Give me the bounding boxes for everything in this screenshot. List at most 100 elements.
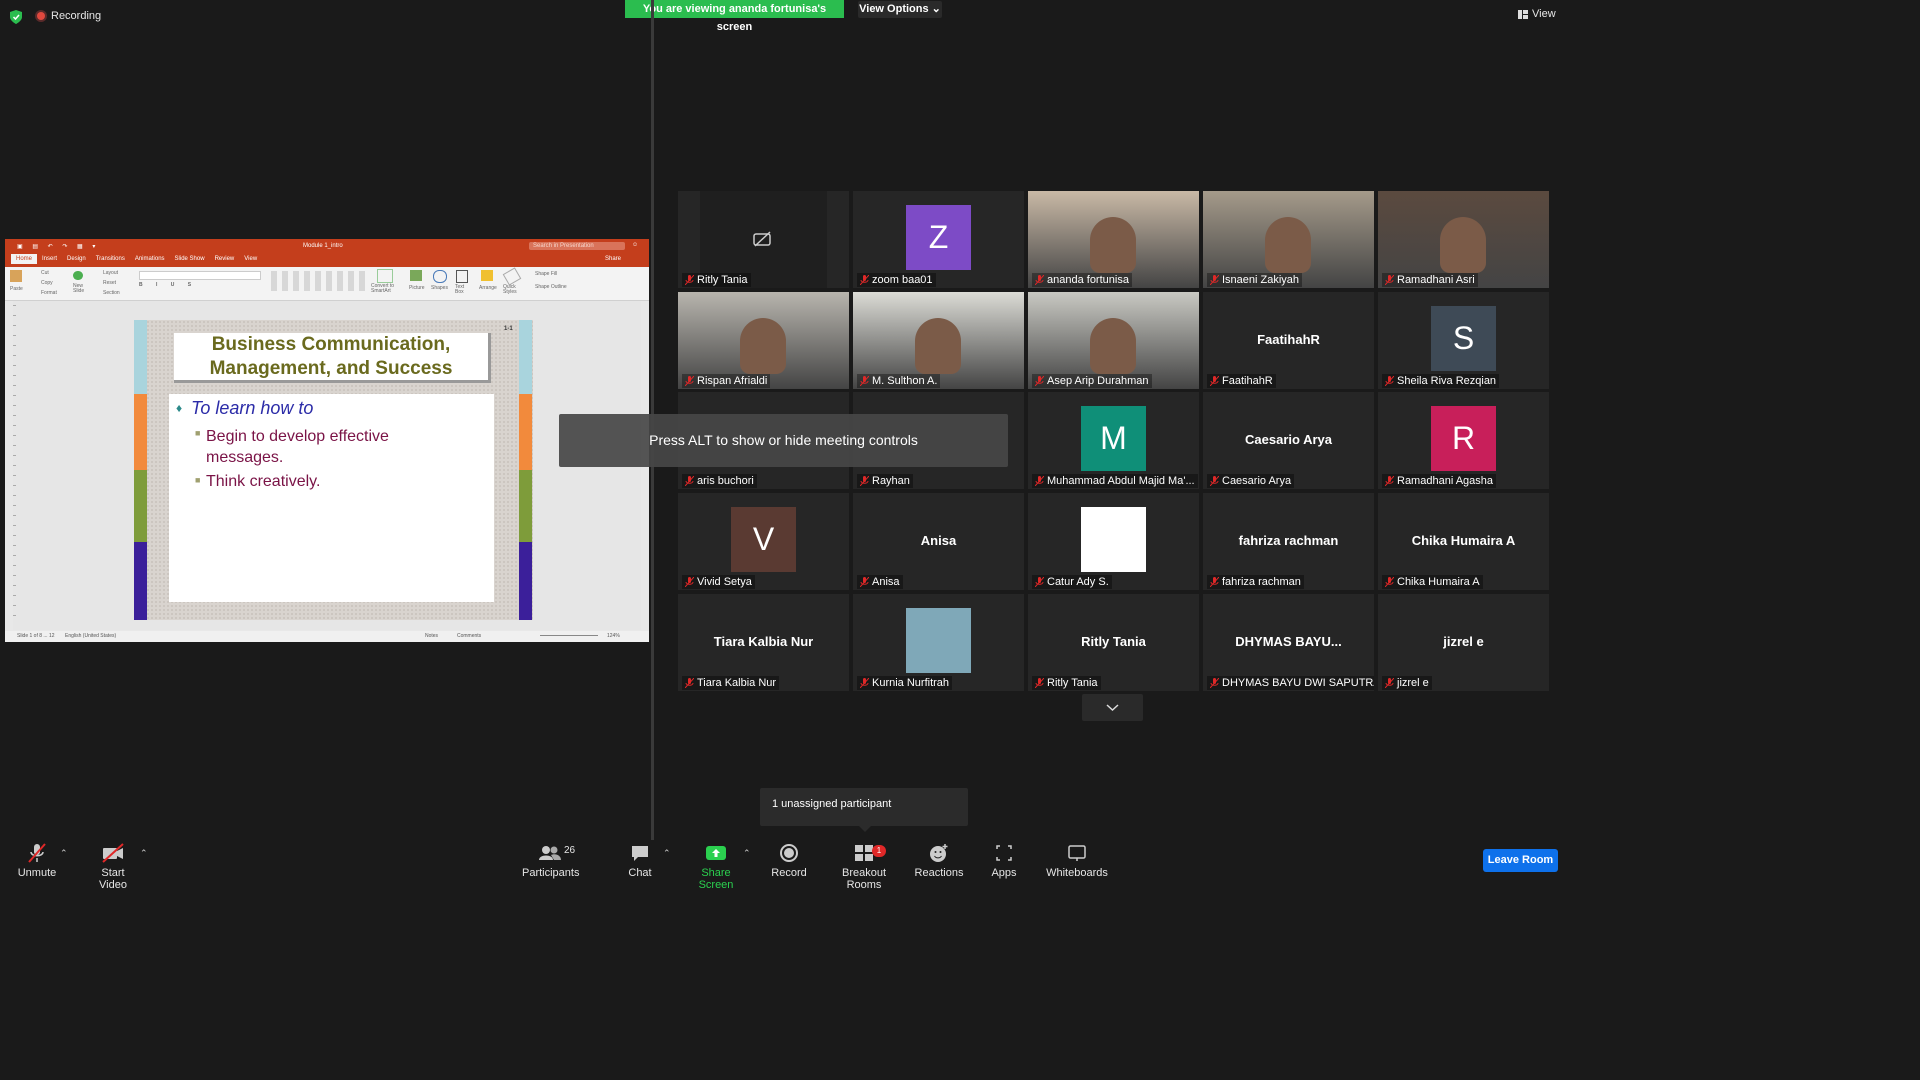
ppt-account-icon[interactable]: ☺ (632, 242, 638, 248)
mic-muted-icon (28, 843, 46, 863)
participant-tile[interactable]: Isnaeni Zakiyah (1203, 191, 1374, 288)
unassigned-participant-popup[interactable]: 1 unassigned participant (760, 788, 968, 826)
participant-tile[interactable]: Ritly Tania Ritly Tania (1028, 594, 1199, 691)
shared-screen-powerpoint: ▣ ▤ ↶ ↷ ▦ ▾ Module 1_intro Search in Pre… (5, 239, 649, 642)
apps-button[interactable]: Apps (988, 842, 1020, 879)
chat-button[interactable]: Chat (624, 842, 656, 879)
ppt-tab-design[interactable]: Design (62, 254, 91, 264)
participant-tile[interactable]: FaatihahR FaatihahR (1203, 292, 1374, 389)
format-label[interactable]: Format (41, 290, 57, 296)
mic-muted-icon (1385, 376, 1394, 386)
participant-tile[interactable]: Ramadhani Asri (1378, 191, 1549, 288)
unmute-button[interactable]: Unmute (14, 842, 60, 879)
section-label[interactable]: Section (103, 290, 120, 296)
copy-label[interactable]: Copy (41, 280, 53, 286)
layout-label[interactable]: Layout (103, 270, 118, 276)
mic-muted-icon (1035, 577, 1044, 587)
text-box-icon[interactable] (456, 270, 468, 283)
participant-name-label: Chika Humaira A (1382, 575, 1483, 589)
participant-tile[interactable]: R Ramadhani Agasha (1378, 392, 1549, 489)
participant-tile[interactable]: V Vivid Setya (678, 493, 849, 590)
participant-name: Tiara Kalbia Nur (697, 677, 777, 689)
participant-tile[interactable]: M. Sulthon A. (853, 292, 1024, 389)
breakout-rooms-button[interactable]: Breakout Rooms (826, 842, 902, 891)
next-page-button[interactable] (1082, 694, 1143, 721)
participant-avatar: V (731, 507, 796, 572)
participant-tile[interactable]: Rispan Afrialdi (678, 292, 849, 389)
view-options-button[interactable]: View Options ⌄ (858, 1, 942, 18)
comments-button[interactable]: Comments (457, 633, 481, 639)
participant-tile[interactable]: Caesario Arya Caesario Arya (1203, 392, 1374, 489)
participant-name: Rispan Afrialdi (697, 375, 768, 387)
shape-outline-label[interactable]: Shape Outline (535, 284, 567, 290)
notes-button[interactable]: Notes (425, 633, 438, 639)
reactions-button[interactable]: Reactions (914, 842, 964, 879)
paste-icon[interactable] (10, 270, 22, 282)
mic-muted-icon (860, 376, 869, 386)
audio-options-caret-icon[interactable]: ⌃ (60, 848, 68, 859)
participant-tile[interactable]: Anisa Anisa (853, 493, 1024, 590)
ppt-share-button[interactable]: Share (605, 256, 621, 262)
text-box-label: Text Box (455, 284, 465, 295)
zoom-slider[interactable] (540, 635, 598, 636)
ppt-tab-home[interactable]: Home (11, 254, 38, 264)
participant-tile[interactable]: Ritly Tania (678, 191, 849, 288)
participant-tile[interactable]: M Muhammad Abdul Majid Ma'... (1028, 392, 1199, 489)
shapes-icon[interactable] (433, 270, 447, 283)
ppt-tab-insert[interactable]: Insert (37, 254, 62, 264)
participant-tile[interactable]: Zzoom baa01 (853, 191, 1024, 288)
security-shield-icon[interactable] (10, 10, 22, 24)
mic-muted-icon (1210, 577, 1219, 587)
ppt-tab-transitions[interactable]: Transitions (91, 254, 130, 264)
video-options-caret-icon[interactable]: ⌃ (140, 848, 148, 859)
participant-tile[interactable]: jizrel e jizrel e (1378, 594, 1549, 691)
participant-name-label: Tiara Kalbia Nur (682, 676, 780, 690)
font-format-icons[interactable]: B I U S (139, 282, 197, 288)
ppt-tab-review[interactable]: Review (210, 254, 240, 264)
square-bullet-icon: ■ (195, 428, 201, 438)
participant-tile[interactable]: DHYMAS BAYU... DHYMAS BAYU DWI SAPUTRA (1203, 594, 1374, 691)
chat-options-caret-icon[interactable]: ⌃ (663, 848, 671, 859)
arrange-icon[interactable] (481, 270, 493, 281)
participants-count: 26 (564, 845, 576, 856)
shape-fill-label[interactable]: Shape Fill (535, 271, 557, 277)
ppt-search-box[interactable]: Search in Presentation (529, 242, 625, 250)
view-button[interactable]: View (1518, 8, 1556, 20)
participant-tile[interactable]: ananda fortunisa (1028, 191, 1199, 288)
mic-muted-icon (1210, 376, 1219, 386)
participant-tile[interactable]: Chika Humaira A Chika Humaira A (1378, 493, 1549, 590)
participant-tile[interactable]: S Sheila Riva Rezqian (1378, 292, 1549, 389)
slide[interactable]: 1-1 Business Communication, Management, … (134, 320, 533, 620)
participant-tile[interactable]: Tiara Kalbia Nur Tiara Kalbia Nur (678, 594, 849, 691)
slide-strip-5 (519, 320, 532, 394)
unmute-label: Unmute (17, 867, 57, 879)
quick-styles-icon[interactable] (502, 267, 522, 286)
ppt-tab-animations[interactable]: Animations (130, 254, 170, 264)
participant-tile[interactable]: Asep Arip Durahman (1028, 292, 1199, 389)
mic-muted-icon (1035, 476, 1044, 486)
smartart-icon[interactable] (377, 269, 393, 283)
participant-tile[interactable]: Catur Ady S. (1028, 493, 1199, 590)
font-selector[interactable] (139, 271, 261, 280)
leave-room-button[interactable]: Leave Room (1483, 849, 1558, 872)
share-screen-button[interactable]: Share Screen (685, 842, 747, 891)
picture-icon[interactable] (410, 270, 422, 281)
participant-person (915, 318, 961, 374)
participant-avatar: R (1431, 406, 1496, 471)
start-video-button[interactable]: Start Video (86, 842, 140, 891)
ppt-tab-view[interactable]: View (239, 254, 262, 264)
new-slide-icon[interactable] (73, 271, 83, 280)
whiteboards-button[interactable]: Whiteboards (1045, 842, 1109, 879)
participant-avatar: M (1081, 406, 1146, 471)
recording-indicator[interactable]: Recording (37, 10, 101, 22)
paragraph-tools[interactable] (271, 271, 366, 291)
participant-tile[interactable]: Kurnia Nurfitrah (853, 594, 1024, 691)
cut-label[interactable]: Cut (41, 270, 49, 276)
participant-name: Muhammad Abdul Majid Ma'... (1047, 475, 1195, 487)
participant-name-label: Asep Arip Durahman (1032, 374, 1152, 388)
share-options-caret-icon[interactable]: ⌃ (743, 848, 751, 859)
participant-tile[interactable]: fahriza rachman fahriza rachman (1203, 493, 1374, 590)
ppt-tab-slide-show[interactable]: Slide Show (170, 254, 210, 264)
reset-label[interactable]: Reset (103, 280, 116, 286)
record-button[interactable]: Record (771, 842, 807, 879)
